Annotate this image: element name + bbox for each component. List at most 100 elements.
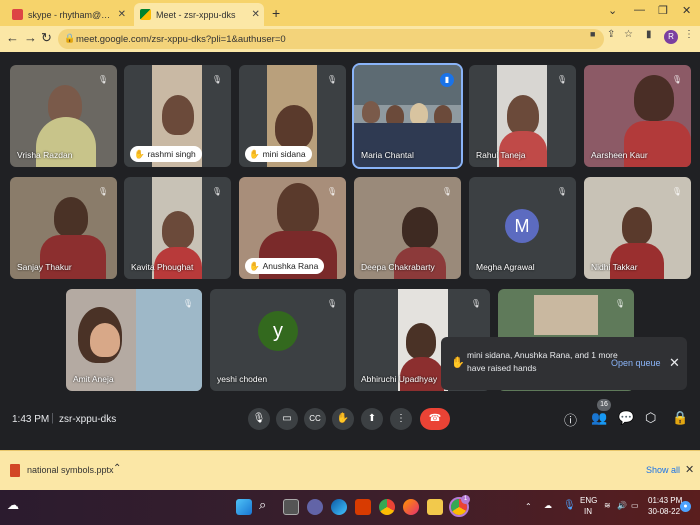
participant-tile[interactable]: 🎙 ✋ rashmi singh [124, 65, 231, 167]
participant-tile[interactable]: 🎙 Vrisha Razdan [10, 65, 117, 167]
avatar: y [258, 311, 298, 351]
avatar[interactable]: R [664, 30, 678, 44]
windows-taskbar: ☁ ⌕ 1 ⌃ ☁ 🎙 ENG IN ≋ 🔊 ▭ 01:43 PM 30-08-… [0, 490, 700, 525]
language-label[interactable]: ENG [580, 496, 597, 505]
participant-name: Aarsheen Kaur [591, 150, 648, 160]
menu-icon[interactable]: ⋮ [684, 29, 694, 40]
tab-skype[interactable]: skype - rhytham@theindianschool ✕ [6, 3, 132, 26]
participant-name: Abhiruchi Upadhyay [361, 374, 438, 384]
participant-name: Kavita Phoughat [131, 262, 194, 272]
volume-icon[interactable]: 🔊 [617, 501, 627, 510]
cloud-icon[interactable]: ☁ [544, 501, 552, 510]
restore-icon[interactable]: ❐ [658, 4, 668, 17]
meeting-code: zsr-xppu-dks [59, 414, 117, 425]
mic-off-icon: 🎙 [671, 75, 683, 84]
participant-name: Maria Chantal [361, 150, 414, 160]
camera-button[interactable]: ▭ [276, 408, 298, 430]
participant-tile[interactable]: 🎙 Deepa Chakrabarty [354, 177, 461, 279]
participant-tile[interactable]: 🎙 Amit Aneja [66, 289, 202, 391]
download-file-name[interactable]: national symbols.pptx [27, 465, 114, 475]
raise-hand-button[interactable]: ✋ [332, 408, 354, 430]
close-window-icon[interactable]: ✕ [682, 4, 691, 17]
raised-hand-badge: ✋ mini sidana [245, 146, 312, 162]
notifications-icon[interactable]: ● [680, 501, 691, 512]
tab-meet[interactable]: Meet - zsr-xppu-dks ✕ [134, 3, 264, 26]
chevron-up-icon[interactable]: ⌃ [113, 463, 121, 474]
more-options-button[interactable]: ⋮ [390, 408, 412, 430]
mic-off-icon: 🎙 [211, 187, 223, 196]
start-icon[interactable] [236, 499, 252, 515]
end-call-button[interactable]: ☎ [420, 408, 450, 430]
raised-hand-badge: ✋ rashmi singh [130, 146, 202, 162]
participant-name: Sanjay Thakur [17, 262, 72, 272]
wifi-icon[interactable]: ≋ [604, 501, 611, 510]
mic-off-icon: 🎙 [671, 187, 683, 196]
participant-tile[interactable]: 🎙 ✋ mini sidana [239, 65, 346, 167]
close-download-bar-icon[interactable]: ✕ [685, 463, 694, 476]
mic-off-icon: 🎙 [97, 75, 109, 84]
mic-off-icon: 🎙 [326, 299, 338, 308]
info-icon[interactable]: ⓘ [564, 410, 577, 429]
minimize-icon[interactable]: — [634, 4, 645, 16]
participant-tile[interactable]: 🎙 Rahul Taneja [469, 65, 576, 167]
open-queue-button[interactable]: Open queue [611, 358, 661, 368]
address-toolbar: ← → ↻ 🔒 meet.google.com/zsr-xppu-dks?pli… [0, 26, 700, 52]
office-icon[interactable] [355, 499, 371, 515]
firefox-icon[interactable] [403, 499, 419, 515]
sidepanel-icon[interactable]: ▮ [646, 29, 652, 40]
reload-icon[interactable]: ↻ [41, 30, 52, 46]
chevron-up-icon[interactable]: ⌃ [525, 502, 532, 511]
participant-tile[interactable]: M 🎙 Megha Agrawal [469, 177, 576, 279]
address-bar[interactable]: 🔒 meet.google.com/zsr-xppu-dks?pli=1&aut… [58, 29, 604, 49]
participant-name: Amit Aneja [73, 374, 114, 384]
show-all-link[interactable]: Show all [646, 465, 680, 475]
participant-tile[interactable]: 🎙 Kavita Phoughat [124, 177, 231, 279]
participant-tile[interactable]: 🎙 Nidhi Takkar [584, 177, 691, 279]
participant-tile[interactable]: 🎙 Sanjay Thakur [10, 177, 117, 279]
new-tab-button[interactable]: + [272, 5, 280, 21]
close-tab-icon[interactable]: ✕ [252, 9, 260, 20]
tab-meet-label: Meet - zsr-xppu-dks [156, 9, 236, 20]
chevron-down-icon[interactable]: ⌄ [608, 4, 617, 17]
clock-time[interactable]: 01:43 PM [648, 496, 682, 505]
forward-icon[interactable]: → [24, 30, 37, 45]
chrome-icon[interactable] [379, 499, 395, 515]
participant-tile[interactable]: ▮ Maria Chantal [352, 63, 463, 169]
weather-icon[interactable]: ☁ [7, 498, 19, 512]
mic-icon[interactable]: 🎙 [563, 500, 576, 511]
edge-icon[interactable] [331, 499, 347, 515]
url-text: meet.google.com/zsr-xppu-dks?pli=1&authu… [76, 33, 286, 45]
host-controls-icon[interactable]: 🔒 [672, 410, 688, 426]
tab-strip: skype - rhytham@theindianschool ✕ Meet -… [0, 0, 700, 26]
participant-tile[interactable]: 🎙 ✋ Anushka Rana [239, 177, 346, 279]
chat-icon[interactable]: 💬 [618, 410, 634, 426]
avatar: M [505, 209, 539, 243]
mic-off-icon: 🎙 [556, 187, 568, 196]
participant-name: Deepa Chakrabarty [361, 262, 435, 272]
participant-tile[interactable]: 🎙 Aarsheen Kaur [584, 65, 691, 167]
mic-button[interactable]: 🎙 [248, 408, 270, 430]
search-icon[interactable]: ⌕ [259, 497, 266, 513]
people-icon[interactable]: 👥 [591, 410, 607, 426]
share-icon[interactable]: ⇪ [607, 29, 615, 40]
star-icon[interactable]: ☆ [624, 29, 633, 40]
close-tab-icon[interactable]: ✕ [118, 9, 126, 20]
separator: | [51, 412, 54, 424]
gmail-icon [12, 9, 23, 20]
activities-icon[interactable]: ⬡ [645, 410, 656, 426]
back-icon[interactable]: ← [6, 30, 19, 45]
captions-button[interactable]: CC [304, 408, 326, 430]
task-view-icon[interactable] [283, 499, 299, 515]
mic-off-icon: 🎙 [326, 187, 338, 196]
close-icon[interactable]: ✕ [669, 355, 680, 371]
people-count-badge: 16 [597, 399, 611, 411]
battery-icon[interactable]: ▭ [631, 501, 639, 510]
participant-tile[interactable]: y 🎙 yeshi choden [210, 289, 346, 391]
camera-icon[interactable]: ■ [590, 29, 595, 39]
mic-off-icon: 🎙 [470, 299, 482, 308]
teams-icon[interactable] [307, 499, 323, 515]
notification-text: mini sidana, Anushka Rana, and 1 more ha… [467, 350, 618, 373]
present-button[interactable]: ⬆ [361, 408, 383, 430]
pptx-file-icon [10, 464, 20, 477]
file-explorer-icon[interactable] [427, 499, 443, 515]
